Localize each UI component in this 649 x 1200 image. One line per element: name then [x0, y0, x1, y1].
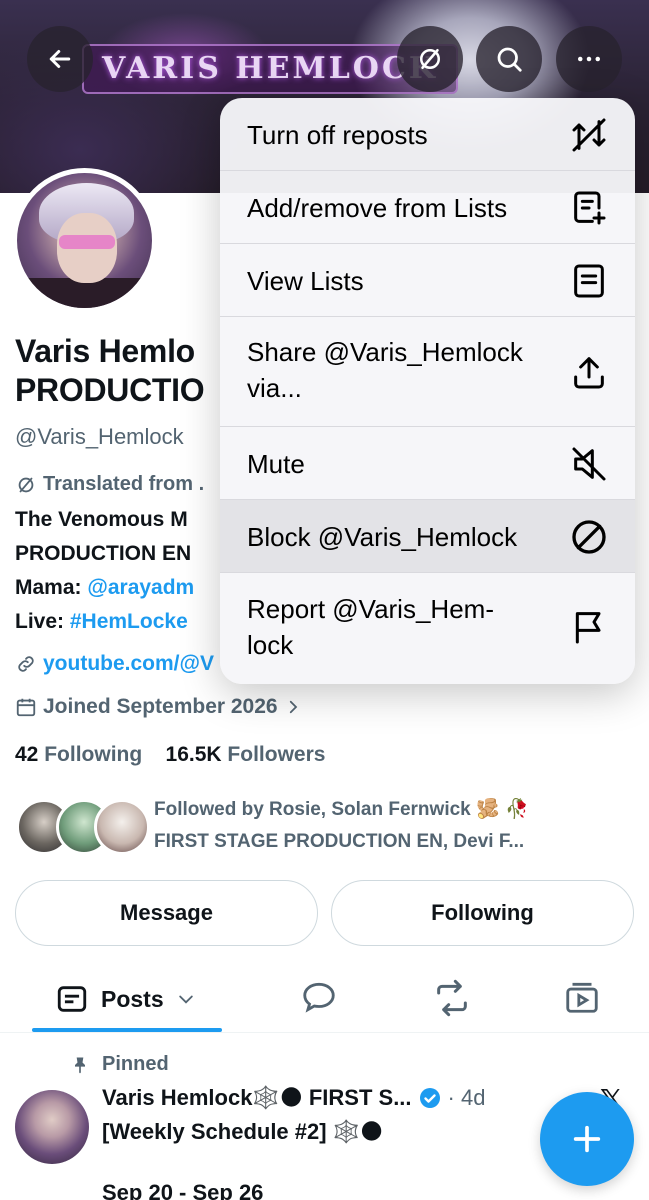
profile-tabs: Posts: [0, 958, 649, 1033]
menu-item-label: View Lists: [247, 266, 364, 296]
avatar-coat: [17, 278, 152, 308]
website-url: youtube.com/@V: [43, 652, 214, 675]
bio-mama-link[interactable]: @arayadm: [87, 576, 194, 599]
menu-item-label: Mute: [247, 449, 305, 479]
tab-media[interactable]: [563, 978, 601, 1021]
followed-by-line2: FIRST STAGE PRODUCTION EN, Devi F...: [154, 831, 525, 852]
avatar-glasses: [59, 235, 115, 249]
tab-reposts[interactable]: [432, 978, 472, 1023]
arrow-left-icon: [49, 50, 71, 68]
bio-line3: Mama: @arayadm: [15, 571, 194, 605]
tab-replies[interactable]: [300, 978, 338, 1021]
active-tab-indicator: [32, 1028, 222, 1032]
menu-item-mute[interactable]: Mute: [220, 427, 635, 500]
following-stat[interactable]: 42 Following: [15, 743, 142, 766]
following-count: 42: [15, 743, 39, 766]
back-button[interactable]: [27, 26, 93, 92]
profile-name-line1: Varis Hemlo: [15, 333, 195, 369]
menu-item-view-lists[interactable]: View Lists: [220, 244, 635, 317]
message-button[interactable]: Message: [15, 880, 318, 946]
more-horizontal-icon: [578, 56, 600, 62]
bio-mama-label: Mama:: [15, 576, 88, 599]
post-text-line2: Sep 20 - Sep 26: [102, 1180, 264, 1200]
tab-posts[interactable]: Posts: [55, 982, 196, 1016]
verified-badge-icon: [419, 1088, 440, 1108]
flag-icon: [575, 612, 601, 644]
menu-item-turn-off-reposts[interactable]: Turn off reposts: [220, 98, 635, 171]
joined-label: Joined September 2026: [43, 695, 278, 718]
joined-date[interactable]: Joined September 2026: [15, 695, 302, 719]
followers-stat[interactable]: 16.5K Followers: [166, 743, 326, 766]
block-icon: [572, 520, 606, 554]
follow-stats: 42 Following 16.5K Followers: [15, 743, 325, 767]
pinned-label: Pinned: [102, 1053, 169, 1075]
repost-icon: [437, 979, 467, 1017]
translate-toggle-button[interactable]: [397, 26, 463, 92]
bio-line4: Live: #HemLocke: [15, 605, 188, 639]
follower-avatar-3[interactable]: [94, 799, 150, 855]
menu-item-label-line2: lock: [247, 630, 294, 660]
post-header[interactable]: Varis Hemlock🕸️🌑 FIRST S... · 4d: [102, 1085, 485, 1111]
menu-item-block[interactable]: Block @Varis_Hemlock: [220, 500, 635, 573]
plus-icon: [573, 1125, 601, 1153]
posts-tab-icon: [57, 986, 87, 1012]
bio-line1: The Venomous M: [15, 508, 188, 531]
list-add-icon: [574, 191, 606, 225]
followers-count: 16.5K: [165, 743, 222, 766]
followed-by-line1: Followed by Rosie, Solan Fernwick 🫚 🥀: [154, 799, 529, 820]
profile-website-link[interactable]: youtube.com/@V: [15, 652, 214, 676]
translated-label: Translated from .: [43, 473, 205, 495]
menu-item-label: Block @Varis_Hemlock: [247, 522, 518, 552]
bio-live-hashtag[interactable]: #HemLocke: [70, 610, 188, 633]
media-icon: [566, 982, 598, 1013]
pinned-indicator: Pinned: [70, 1053, 169, 1076]
following-stat-label: Following: [44, 743, 143, 766]
mute-icon: [572, 447, 606, 481]
tab-posts-label: Posts: [101, 985, 164, 1012]
followed-by-text[interactable]: Followed by Rosie, Solan Fernwick 🫚 🥀 FI…: [154, 794, 529, 858]
share-icon: [574, 357, 604, 389]
repost-off-icon: [572, 118, 606, 152]
profile-options-menu: Turn off reposts Add/remove from Lists V…: [220, 98, 635, 684]
menu-item-report[interactable]: Report @Varis_Hem- lock: [220, 573, 635, 684]
compose-post-button[interactable]: [540, 1092, 634, 1186]
menu-item-label-line2: via...: [247, 373, 302, 403]
profile-handle: @Varis_Hemlock: [15, 424, 184, 449]
post-text-line1: [Weekly Schedule #2] 🕸️🌑: [102, 1119, 384, 1144]
menu-item-label-line1: Share @Varis_Hemlock: [247, 337, 523, 367]
post-timestamp: · 4d: [447, 1085, 486, 1110]
following-button[interactable]: Following: [331, 880, 634, 946]
list-icon: [574, 264, 604, 298]
more-options-button[interactable]: [556, 26, 622, 92]
menu-item-label-line1: Report @Varis_Hem-: [247, 594, 494, 624]
pin-icon: [75, 1057, 85, 1073]
profile-avatar[interactable]: [12, 168, 157, 313]
chevron-right-icon: [289, 700, 297, 714]
menu-item-add-remove-lists[interactable]: Add/remove from Lists: [220, 171, 635, 244]
reply-icon: [303, 982, 335, 1013]
translated-notice[interactable]: Translated from .: [15, 473, 204, 496]
translate-off-icon: [420, 49, 440, 69]
bio-live-label: Live:: [15, 610, 70, 633]
menu-item-label: Turn off reposts: [247, 120, 428, 150]
followers-stat-label: Followers: [227, 743, 326, 766]
calendar-icon: [16, 698, 36, 717]
post-author-name: Varis Hemlock🕸️🌑 FIRST S...: [102, 1085, 412, 1110]
search-button[interactable]: [476, 26, 542, 92]
bio-line2: PRODUCTION EN: [15, 542, 192, 565]
post-author-avatar[interactable]: [15, 1090, 89, 1164]
menu-item-share[interactable]: Share @Varis_Hemlock via...: [220, 317, 635, 427]
search-icon: [497, 47, 522, 72]
translate-icon: [18, 477, 34, 492]
link-icon: [18, 656, 34, 672]
menu-item-label: Add/remove from Lists: [247, 193, 508, 223]
chevron-down-icon: [178, 995, 193, 1004]
profile-name-line2: PRODUCTIO: [15, 372, 205, 408]
